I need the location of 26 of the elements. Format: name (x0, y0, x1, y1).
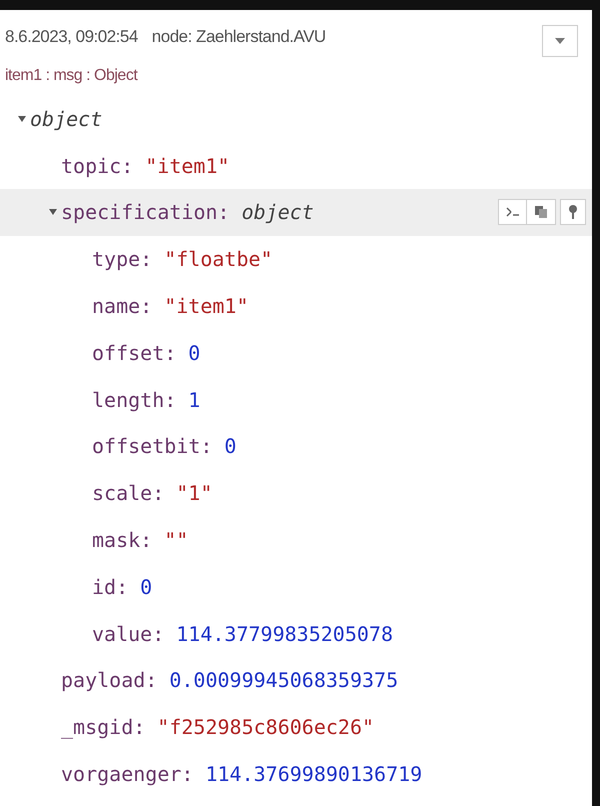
message-topic: item1 : msg : Object (5, 66, 139, 86)
property-entry: topic: "item1" (61, 152, 230, 180)
node-name: node: Zaehlerstand.AVU (152, 26, 326, 48)
object-label: object (30, 106, 102, 133)
property-entry: type: "floatbe" (92, 246, 273, 274)
property-entry: _msgid: "f252985c8606ec26" (61, 714, 374, 742)
caret-icon[interactable] (48, 207, 58, 218)
property-entry: offsetbit: 0 (92, 433, 236, 460)
property-entry: vorgaenger: 114.37699890136719 (61, 761, 422, 788)
pin-icon (569, 205, 577, 220)
message-timestamp: 8.6.2023, 09:02:54 (5, 26, 138, 48)
property-entry: name: "item1" (92, 293, 249, 320)
property-entry: value: 114.37799835205078 (92, 620, 393, 648)
pin-button[interactable] (560, 199, 586, 226)
property-entry: offset: 0 (92, 340, 200, 367)
property-entry: mask: "" (92, 527, 188, 554)
caret-icon[interactable] (17, 114, 27, 124)
property-entry: id: 0 (92, 574, 152, 601)
copy-icon (535, 206, 547, 218)
property-entry: specification: object (61, 199, 314, 226)
property-entry: length: 1 (92, 386, 200, 414)
property-entry: payload: 0.00099945068359375 (61, 667, 398, 694)
terminal-icon (506, 207, 520, 218)
property-entry: scale: "1" (92, 480, 212, 508)
message-menu-button[interactable] (542, 25, 578, 57)
caret-icon (555, 38, 565, 44)
